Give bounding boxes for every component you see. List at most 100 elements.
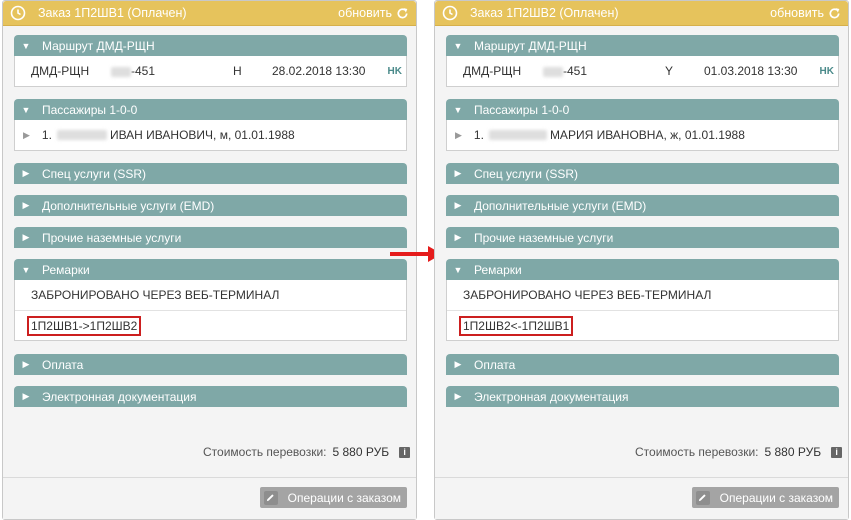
info-icon[interactable]: i bbox=[399, 446, 411, 458]
section-title: Ремарки bbox=[42, 262, 90, 277]
order-header: Заказ 1П2ШВ2 (Оплачен) обновить bbox=[435, 1, 848, 26]
order-title: Заказ 1П2ШВ1 (Оплачен) bbox=[38, 6, 187, 20]
section-ssr-header[interactable]: ▶ Спец услуги (SSR) bbox=[446, 163, 839, 184]
section-emd-header[interactable]: ▶ Дополнительные услуги (EMD) bbox=[446, 195, 839, 216]
order-footer: Операции с заказом bbox=[3, 477, 416, 519]
flight-number: -451 bbox=[543, 64, 587, 78]
section-ssr-header[interactable]: ▶ Спец услуги (SSR) bbox=[14, 163, 407, 184]
section-title: Дополнительные услуги (EMD) bbox=[474, 198, 647, 213]
passenger-number: 1. bbox=[473, 128, 484, 142]
triangle-right-icon: ▶ bbox=[22, 391, 30, 401]
refresh-label: обновить bbox=[338, 6, 392, 20]
section-title: Оплата bbox=[42, 357, 84, 372]
triangle-down-icon: ▼ bbox=[453, 264, 463, 275]
triangle-down-icon: ▼ bbox=[453, 40, 463, 51]
section-title: Пассажиры 1-0-0 bbox=[42, 102, 138, 117]
section-route-header[interactable]: ▼ Маршрут ДМД-РЩН bbox=[446, 35, 839, 56]
section-ssr: ▶ Спец услуги (SSR) bbox=[446, 163, 839, 184]
section-ground: ▶ Прочие наземные услуги bbox=[446, 227, 839, 248]
cost-label: Стоимость перевозки: bbox=[635, 445, 759, 459]
pencil-icon bbox=[695, 490, 710, 505]
passenger-row[interactable]: ▶ 1. ИВАН ИВАНОВИЧ, м, 01.01.1988 bbox=[15, 120, 406, 150]
cost-value: 5 880 РУБ bbox=[332, 445, 390, 459]
section-title: Прочие наземные услуги bbox=[42, 230, 182, 245]
order-header: Заказ 1П2ШВ1 (Оплачен) обновить bbox=[3, 1, 416, 26]
order-panel-right: Заказ 1П2ШВ2 (Оплачен) обновить ▼ Маршрут… bbox=[434, 0, 849, 520]
triangle-right-icon: ▶ bbox=[454, 359, 462, 369]
remark-row: 1П2ШВ1->1П2ШВ2 bbox=[15, 310, 406, 340]
section-payment: ▶ Оплата bbox=[446, 354, 839, 375]
triangle-right-icon[interactable]: ▶ bbox=[23, 130, 30, 141]
section-ground: ▶ Прочие наземные услуги bbox=[14, 227, 407, 248]
order-operations-button[interactable]: Операции с заказом bbox=[259, 487, 407, 508]
section-passengers-header[interactable]: ▼ Пассажиры 1-0-0 bbox=[14, 99, 407, 120]
triangle-down-icon: ▼ bbox=[21, 264, 31, 275]
section-title: Электронная документация bbox=[474, 389, 629, 404]
refresh-button[interactable]: обновить bbox=[338, 6, 409, 20]
ops-label: Операции с заказом bbox=[287, 490, 401, 505]
refresh-icon bbox=[829, 7, 840, 18]
section-title: Спец услуги (SSR) bbox=[42, 166, 146, 181]
refresh-button[interactable]: обновить bbox=[770, 6, 841, 20]
triangle-right-icon: ▶ bbox=[454, 200, 462, 210]
pencil-icon bbox=[263, 490, 278, 505]
passenger-number: 1. bbox=[41, 128, 52, 142]
section-passengers: ▼ Пассажиры 1-0-0 ▶ 1. ИВАН ИВАНОВИЧ, м, … bbox=[14, 99, 407, 151]
triangle-down-icon: ▼ bbox=[21, 40, 31, 51]
section-title: Маршрут ДМД-РЩН bbox=[42, 38, 155, 53]
triangle-right-icon: ▶ bbox=[22, 168, 30, 178]
remark-row: 1П2ШВ2<-1П2ШВ1 bbox=[447, 310, 838, 340]
triangle-right-icon: ▶ bbox=[22, 200, 30, 210]
departure-datetime: 28.02.2018 13:30 bbox=[272, 64, 366, 78]
triangle-right-icon: ▶ bbox=[454, 232, 462, 242]
section-title: Ремарки bbox=[474, 262, 522, 277]
booking-class: Y bbox=[665, 64, 674, 78]
flight-suffix: -451 bbox=[563, 64, 588, 78]
refresh-label: обновить bbox=[770, 6, 824, 20]
triangle-right-icon[interactable]: ▶ bbox=[455, 130, 462, 141]
section-emd: ▶ Дополнительные услуги (EMD) bbox=[14, 195, 407, 216]
section-passengers-header[interactable]: ▼ Пассажиры 1-0-0 bbox=[446, 99, 839, 120]
city-pair: ДМД-РЩН bbox=[31, 64, 90, 78]
info-icon[interactable]: i bbox=[831, 446, 843, 458]
clock-icon bbox=[442, 5, 458, 21]
triangle-down-icon: ▼ bbox=[453, 104, 463, 115]
passenger-row[interactable]: ▶ 1. МАРИЯ ИВАНОВНА, ж, 01.01.1988 bbox=[447, 120, 838, 150]
section-title: Оплата bbox=[474, 357, 516, 372]
section-passengers: ▼ Пассажиры 1-0-0 ▶ 1. МАРИЯ ИВАНОВНА, ж,… bbox=[446, 99, 839, 151]
passenger-name: МАРИЯ ИВАНОВНА, ж, 01.01.1988 bbox=[549, 128, 745, 142]
triangle-right-icon: ▶ bbox=[22, 232, 30, 242]
refresh-icon bbox=[397, 7, 408, 18]
section-edocs-header[interactable]: ▶ Электронная документация bbox=[14, 386, 407, 407]
section-emd: ▶ Дополнительные услуги (EMD) bbox=[446, 195, 839, 216]
section-remarks: ▼ Ремарки ЗАБРОНИРОВАНО ЧЕРЕЗ ВЕБ-ТЕРМИНА… bbox=[14, 259, 407, 341]
section-ssr: ▶ Спец услуги (SSR) bbox=[14, 163, 407, 184]
remark-row: ЗАБРОНИРОВАНО ЧЕРЕЗ ВЕБ-ТЕРМИНАЛ bbox=[15, 280, 406, 310]
section-payment: ▶ Оплата bbox=[14, 354, 407, 375]
section-route: ▼ Маршрут ДМД-РЩН ДМД-РЩН -451 Н 28.02.20… bbox=[14, 35, 407, 87]
triangle-right-icon: ▶ bbox=[454, 391, 462, 401]
section-emd-header[interactable]: ▶ Дополнительные услуги (EMD) bbox=[14, 195, 407, 216]
order-operations-button[interactable]: Операции с заказом bbox=[691, 487, 839, 508]
section-edocs-header[interactable]: ▶ Электронная документация bbox=[446, 386, 839, 407]
section-route: ▼ Маршрут ДМД-РЩН ДМД-РЩН -451 Y 01.03.20… bbox=[446, 35, 839, 87]
remark-row: ЗАБРОНИРОВАНО ЧЕРЕЗ ВЕБ-ТЕРМИНАЛ bbox=[447, 280, 838, 310]
order-title: Заказ 1П2ШВ2 (Оплачен) bbox=[470, 6, 619, 20]
section-payment-header[interactable]: ▶ Оплата bbox=[14, 354, 407, 375]
section-payment-header[interactable]: ▶ Оплата bbox=[446, 354, 839, 375]
cost-value: 5 880 РУБ bbox=[764, 445, 822, 459]
section-route-header[interactable]: ▼ Маршрут ДМД-РЩН bbox=[14, 35, 407, 56]
section-title: Маршрут ДМД-РЩН bbox=[474, 38, 587, 53]
section-remarks-header[interactable]: ▼ Ремарки bbox=[446, 259, 839, 280]
triangle-right-icon: ▶ bbox=[454, 168, 462, 178]
section-title: Дополнительные услуги (EMD) bbox=[42, 198, 215, 213]
section-ground-header[interactable]: ▶ Прочие наземные услуги bbox=[446, 227, 839, 248]
section-remarks: ▼ Ремарки ЗАБРОНИРОВАНО ЧЕРЕЗ ВЕБ-ТЕРМИНА… bbox=[446, 259, 839, 341]
section-ground-header[interactable]: ▶ Прочие наземные услуги bbox=[14, 227, 407, 248]
flight-suffix: -451 bbox=[131, 64, 156, 78]
booking-class: Н bbox=[233, 64, 242, 78]
section-remarks-header[interactable]: ▼ Ремарки bbox=[14, 259, 407, 280]
section-title: Спец услуги (SSR) bbox=[474, 166, 578, 181]
route-row: ДМД-РЩН -451 Y 01.03.2018 13:30 HK bbox=[447, 56, 838, 86]
order-panel-left: Заказ 1П2ШВ1 (Оплачен) обновить ▼ Маршрут… bbox=[2, 0, 417, 520]
